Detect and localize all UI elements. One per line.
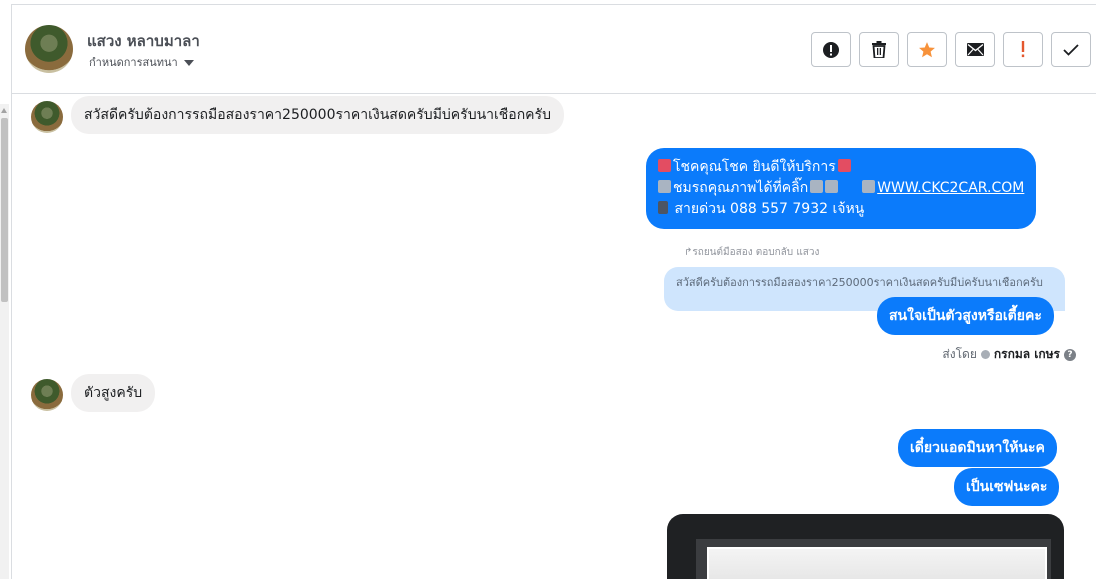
contact-avatar[interactable] xyxy=(25,25,73,73)
follow-up-button[interactable] xyxy=(1003,32,1043,67)
down-arrow-emoji-icon xyxy=(825,180,839,193)
incoming-message[interactable]: สวัสดีครับต้องการรถมือสองราคา250000ราคาเ… xyxy=(71,96,564,134)
greeting-line-2: ชมรถคุณภาพได้ที่คลิ๊ก WWW.CKC2CAR.COM xyxy=(658,178,1024,199)
play-emoji-icon xyxy=(862,180,876,193)
caret-down-icon xyxy=(183,59,194,66)
sender-name[interactable]: กรกมล เกษร xyxy=(994,345,1060,364)
action-toolbar xyxy=(811,32,1091,67)
outgoing-message[interactable]: สนใจเป็นตัวสูงหรือเตี้ยคะ xyxy=(877,297,1054,335)
assign-conversation-dropdown[interactable]: กำหนดการสนทนา xyxy=(89,53,194,71)
image-preview xyxy=(707,547,1047,579)
star-icon xyxy=(919,41,935,57)
envelope-icon xyxy=(966,43,984,56)
sent-by: ส่งโดย กรกมล เกษร ? xyxy=(942,345,1076,364)
check-icon xyxy=(1063,43,1079,56)
incoming-message[interactable]: ตัวสูงครับ xyxy=(71,374,156,412)
contact-avatar-small[interactable] xyxy=(31,101,63,133)
exclamation-icon xyxy=(1021,41,1025,58)
trash-icon xyxy=(872,41,886,58)
outgoing-message[interactable]: เดี๋ยวแอดมินหาให้นะค xyxy=(898,429,1057,467)
reply-meta: ↱รถยนต์มือสอง ตอบกลับ แสวง xyxy=(684,247,820,258)
outgoing-message[interactable]: โชคคุณโชค ยินดีให้บริการ ชมรถคุณภาพได้ที… xyxy=(646,148,1037,229)
down-arrow-emoji-icon xyxy=(810,180,824,193)
sparkle-emoji-icon xyxy=(837,159,851,172)
assign-label: กำหนดการสนทนา xyxy=(89,56,178,69)
outgoing-message[interactable]: เป็นเซฟนะคะ xyxy=(954,468,1060,506)
phone-emoji-icon xyxy=(658,201,668,214)
exclamation-circle-icon xyxy=(823,41,839,58)
admin-icon xyxy=(980,350,990,359)
scrollbar[interactable] xyxy=(0,104,9,579)
conversation-panel: แสวง หลาบมาลา กำหนดการสนทนา สวัสดีครับต้… xyxy=(11,4,1096,579)
mark-unread-button[interactable] xyxy=(955,32,995,67)
greeting-line-3: สายด่วน 088 557 7932 เจ้หนู xyxy=(658,199,1024,220)
scroll-up-arrow-icon[interactable] xyxy=(1,108,7,113)
conversation-header: แสวง หลาบมาลา กำหนดการสนทนา xyxy=(12,5,1096,94)
sparkle-emoji-icon xyxy=(658,159,671,172)
website-link[interactable]: WWW.CKC2CAR.COM xyxy=(862,180,1024,196)
contact-avatar-small[interactable] xyxy=(31,379,63,411)
greeting-line-1: โชคคุณโชค ยินดีให้บริการ xyxy=(658,157,1024,178)
help-icon[interactable]: ? xyxy=(1064,348,1076,361)
mark-done-button[interactable] xyxy=(1051,32,1091,67)
star-button[interactable] xyxy=(907,32,947,67)
report-spam-button[interactable] xyxy=(811,32,851,67)
scrollbar-thumb[interactable] xyxy=(1,118,8,302)
play-emoji-icon xyxy=(658,180,671,193)
delete-button[interactable] xyxy=(859,32,899,67)
contact-name[interactable]: แสวง หลาบมาลา xyxy=(87,29,200,53)
message-thread: สวัสดีครับต้องการรถมือสองราคา250000ราคาเ… xyxy=(12,95,1096,579)
image-attachment[interactable] xyxy=(667,514,1064,579)
